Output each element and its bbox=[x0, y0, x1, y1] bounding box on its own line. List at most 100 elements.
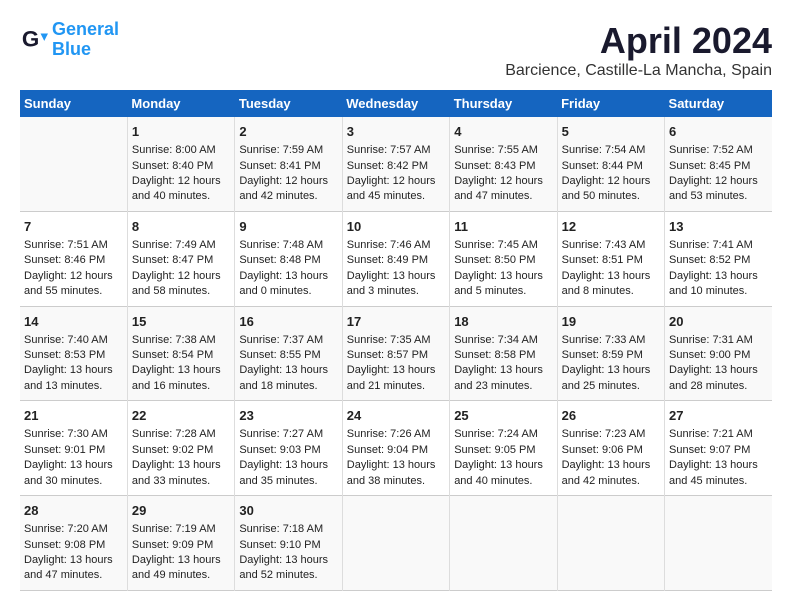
cell-text-line: Sunset: 8:54 PM bbox=[132, 349, 213, 361]
cell-text-line: and 23 minutes. bbox=[454, 380, 532, 392]
cell-text-line: Sunrise: 7:49 AM bbox=[132, 239, 216, 251]
cell-text-line: and 47 minutes. bbox=[24, 569, 102, 581]
calendar-cell: 24Sunrise: 7:26 AMSunset: 9:04 PMDayligh… bbox=[342, 401, 449, 496]
cell-text-line: Sunrise: 7:28 AM bbox=[132, 428, 216, 440]
cell-text-line: Sunset: 9:04 PM bbox=[347, 444, 428, 456]
calendar-cell: 29 Sunrise: 7:19 AM Sunset: 9:09 PM Dayligh… bbox=[127, 496, 234, 591]
svg-text:G: G bbox=[22, 26, 39, 51]
day-number: 15 bbox=[132, 313, 230, 331]
logo-icon: G bbox=[20, 26, 48, 54]
cell-text-line: Sunrise: 7:35 AM bbox=[347, 334, 431, 346]
day-number: 17 bbox=[347, 313, 445, 331]
cell-text-line: Sunrise: 7:41 AM bbox=[669, 239, 753, 251]
cell-text-line: Sunrise: 7:52 AM bbox=[669, 144, 753, 156]
calendar-cell: 22Sunrise: 7:28 AMSunset: 9:02 PMDayligh… bbox=[127, 401, 234, 496]
cell-text-line: Daylight: 13 hours bbox=[669, 270, 758, 282]
cell-text-line: and 52 minutes. bbox=[239, 569, 317, 581]
logo: G General Blue bbox=[20, 20, 119, 60]
cell-text-line: Sunset: 8:55 PM bbox=[239, 349, 320, 361]
day-number: 24 bbox=[347, 407, 445, 425]
cell-text-line: Daylight: 13 hours bbox=[24, 459, 113, 471]
calendar-cell: 18Sunrise: 7:34 AMSunset: 8:58 PMDayligh… bbox=[450, 306, 557, 401]
cell-text-line: Sunrise: 7:27 AM bbox=[239, 428, 323, 440]
main-title: April 2024 bbox=[505, 20, 772, 62]
cell-text-line: Sunrise: 7:30 AM bbox=[24, 428, 108, 440]
cell-text-line: Sunset: 9:00 PM bbox=[669, 349, 750, 361]
calendar-cell: 11Sunrise: 7:45 AMSunset: 8:50 PMDayligh… bbox=[450, 211, 557, 306]
cell-text-line: Daylight: 13 hours bbox=[132, 364, 221, 376]
cell-text-line: Sunrise: 7:40 AM bbox=[24, 334, 108, 346]
cell-text-line: Sunrise: 7:43 AM bbox=[562, 239, 646, 251]
cell-text-line: Sunrise: 7:46 AM bbox=[347, 239, 431, 251]
calendar-cell: 20Sunrise: 7:31 AMSunset: 9:00 PMDayligh… bbox=[665, 306, 772, 401]
day-number: 22 bbox=[132, 407, 230, 425]
cell-text-line: and 8 minutes. bbox=[562, 285, 634, 297]
cell-text-line: and 30 minutes. bbox=[24, 475, 102, 487]
cell-text-line: Daylight: 12 hours bbox=[132, 270, 221, 282]
header-saturday: Saturday bbox=[665, 90, 772, 117]
page-header: G General Blue April 2024 Barcience, Cas… bbox=[20, 20, 772, 80]
cell-text-line: and 10 minutes. bbox=[669, 285, 747, 297]
cell-text-line: and 21 minutes. bbox=[347, 380, 425, 392]
day-number: 12 bbox=[562, 218, 660, 236]
cell-text-line: Sunrise: 7:37 AM bbox=[239, 334, 323, 346]
cell-text-line: Daylight: 13 hours bbox=[132, 459, 221, 471]
cell-text-line: and 40 minutes. bbox=[454, 475, 532, 487]
day-number: 8 bbox=[132, 218, 230, 236]
logo-text-line2: Blue bbox=[52, 40, 119, 60]
cell-text-line: Sunrise: 7:26 AM bbox=[347, 428, 431, 440]
cell-text-line: Daylight: 13 hours bbox=[239, 554, 328, 566]
cell-text-line: Daylight: 13 hours bbox=[132, 554, 221, 566]
day-number: 1 bbox=[132, 123, 230, 141]
header-friday: Friday bbox=[557, 90, 664, 117]
cell-text-line: Sunrise: 8:00 AM bbox=[132, 144, 216, 156]
cell-text-line: Sunrise: 7:31 AM bbox=[669, 334, 753, 346]
day-number: 13 bbox=[669, 218, 768, 236]
cell-text-line: Daylight: 13 hours bbox=[454, 270, 543, 282]
day-number: 27 bbox=[669, 407, 768, 425]
cell-text-line: Daylight: 13 hours bbox=[239, 459, 328, 471]
calendar-cell: 3Sunrise: 7:57 AMSunset: 8:42 PMDaylight… bbox=[342, 117, 449, 211]
day-number: 19 bbox=[562, 313, 660, 331]
day-number: 14 bbox=[24, 313, 123, 331]
week-row-4: 21Sunrise: 7:30 AMSunset: 9:01 PMDayligh… bbox=[20, 401, 772, 496]
cell-text-line: Daylight: 13 hours bbox=[562, 459, 651, 471]
header-wednesday: Wednesday bbox=[342, 90, 449, 117]
day-number: 28 bbox=[24, 502, 123, 520]
calendar-cell: 7Sunrise: 7:51 AMSunset: 8:46 PMDaylight… bbox=[20, 211, 127, 306]
cell-text-line: Daylight: 12 hours bbox=[132, 175, 221, 187]
cell-text-line: Sunset: 9:10 PM bbox=[239, 539, 320, 551]
cell-text-line: Sunrise: 7:55 AM bbox=[454, 144, 538, 156]
cell-text-line: Sunrise: 7:19 AM bbox=[132, 523, 216, 535]
cell-text-line: Sunset: 9:09 PM bbox=[132, 539, 213, 551]
cell-text-line: and 28 minutes. bbox=[669, 380, 747, 392]
cell-text-line: Sunset: 9:03 PM bbox=[239, 444, 320, 456]
cell-text-line: and 49 minutes. bbox=[132, 569, 210, 581]
calendar-cell: 9Sunrise: 7:48 AMSunset: 8:48 PMDaylight… bbox=[235, 211, 342, 306]
week-row-2: 7Sunrise: 7:51 AMSunset: 8:46 PMDaylight… bbox=[20, 211, 772, 306]
cell-text-line: Sunrise: 7:54 AM bbox=[562, 144, 646, 156]
cell-text-line: Daylight: 13 hours bbox=[454, 364, 543, 376]
calendar-cell: 15Sunrise: 7:38 AMSunset: 8:54 PMDayligh… bbox=[127, 306, 234, 401]
cell-text-line: and 5 minutes. bbox=[454, 285, 526, 297]
cell-text-line: Daylight: 13 hours bbox=[239, 270, 328, 282]
calendar-cell: 25Sunrise: 7:24 AMSunset: 9:05 PMDayligh… bbox=[450, 401, 557, 496]
day-number: 18 bbox=[454, 313, 552, 331]
cell-text-line: Sunset: 8:48 PM bbox=[239, 254, 320, 266]
day-number: 20 bbox=[669, 313, 768, 331]
cell-text-line: Daylight: 12 hours bbox=[562, 175, 651, 187]
calendar-cell: 19Sunrise: 7:33 AMSunset: 8:59 PMDayligh… bbox=[557, 306, 664, 401]
calendar-cell bbox=[557, 496, 664, 591]
cell-text-line: Sunrise: 7:59 AM bbox=[239, 144, 323, 156]
cell-text-line: Sunrise: 7:20 AM bbox=[24, 523, 108, 535]
calendar-cell: 28Sunrise: 7:20 AMSunset: 9:08 PMDayligh… bbox=[20, 496, 127, 591]
day-number: 16 bbox=[239, 313, 337, 331]
cell-text-line: Sunset: 9:07 PM bbox=[669, 444, 750, 456]
calendar-cell: 12Sunrise: 7:43 AMSunset: 8:51 PMDayligh… bbox=[557, 211, 664, 306]
cell-text-line: Sunset: 8:41 PM bbox=[239, 160, 320, 172]
calendar-cell: 17Sunrise: 7:35 AMSunset: 8:57 PMDayligh… bbox=[342, 306, 449, 401]
day-number: 29 bbox=[132, 502, 230, 520]
cell-text-line: and 53 minutes. bbox=[669, 190, 747, 202]
cell-text-line: Daylight: 13 hours bbox=[454, 459, 543, 471]
cell-text-line: Sunset: 8:45 PM bbox=[669, 160, 750, 172]
